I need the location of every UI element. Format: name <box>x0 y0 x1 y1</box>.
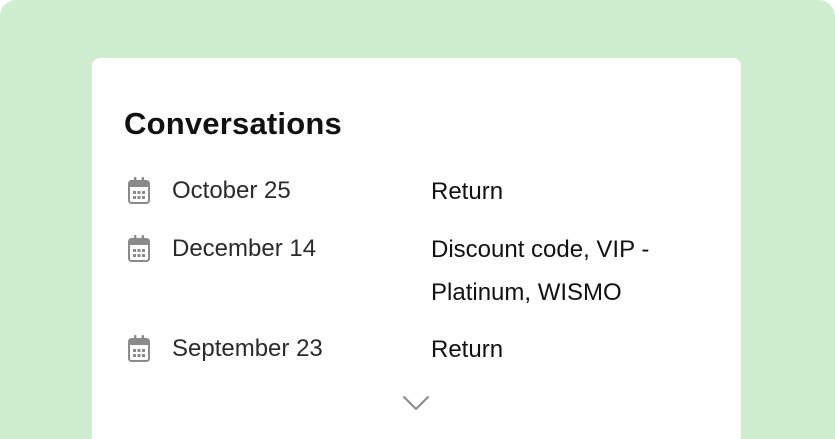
conversations-card: Conversations October 25 Return December… <box>92 58 741 439</box>
conversation-date: December 14 <box>172 235 317 262</box>
conversation-tags: Discount code, VIP - Platinum, WISMO <box>431 236 650 306</box>
page-background: Conversations October 25 Return December… <box>0 0 835 439</box>
conversation-date: October 25 <box>172 177 291 204</box>
conversation-tags: Return <box>431 336 504 363</box>
conversation-date: September 23 <box>172 335 323 362</box>
conversation-tags: Return <box>431 178 504 205</box>
calendar-icon <box>126 334 152 364</box>
calendar-icon <box>126 234 152 264</box>
calendar-icon <box>126 176 152 206</box>
chevron-down-icon[interactable] <box>402 394 430 412</box>
card-title: Conversations <box>124 106 342 141</box>
